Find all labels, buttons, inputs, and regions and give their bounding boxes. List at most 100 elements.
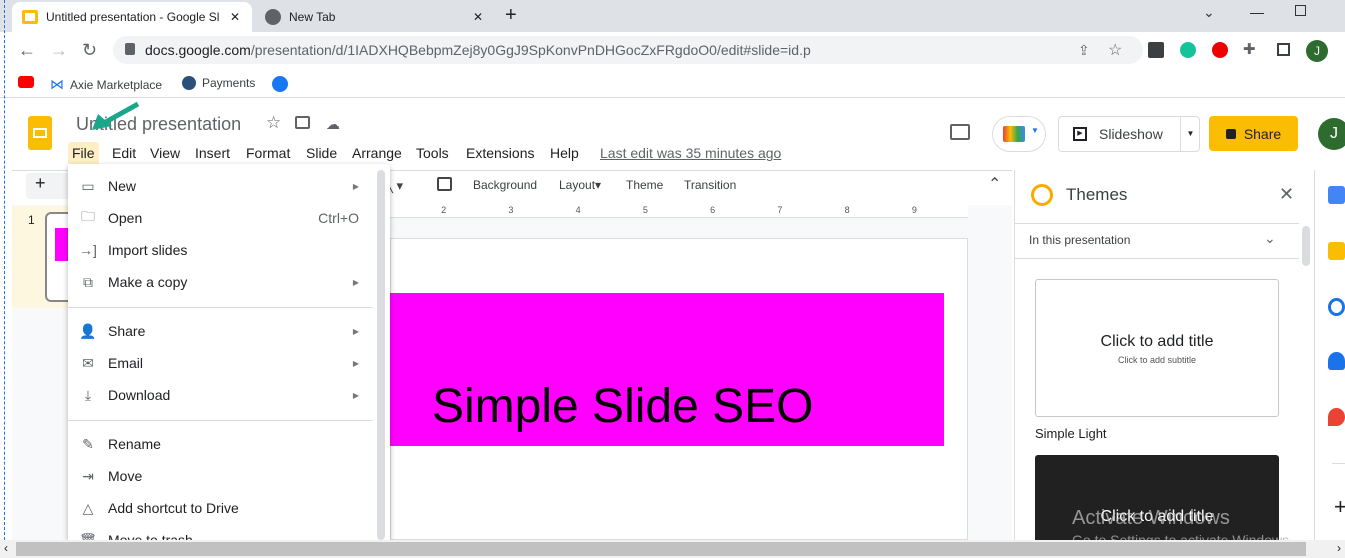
menu-arrange[interactable]: Arrange bbox=[348, 142, 406, 164]
share-person-icon: 👤 bbox=[79, 322, 97, 339]
divider bbox=[1332, 463, 1345, 464]
minimize-icon[interactable]: — bbox=[1250, 4, 1264, 20]
extension-m-icon[interactable] bbox=[1148, 42, 1164, 58]
forward-icon[interactable]: → bbox=[50, 40, 68, 61]
transition-button[interactable]: Transition bbox=[684, 178, 736, 192]
share-button[interactable]: Share bbox=[1209, 116, 1298, 151]
bookmark-label: Axie Marketplace bbox=[70, 77, 163, 92]
side-panel-icon[interactable] bbox=[1277, 43, 1290, 56]
url-path: /presentation/d/1IADXHQBebpmZej8y0GgJ9Sp… bbox=[250, 42, 811, 58]
extensions-puzzle-icon[interactable]: ✚ bbox=[1243, 40, 1256, 58]
menu-item-move[interactable]: ⇥ Move bbox=[68, 460, 373, 492]
menu-item-add-shortcut[interactable]: △ Add shortcut to Drive bbox=[68, 492, 373, 524]
menu-slide[interactable]: Slide bbox=[302, 142, 341, 164]
selection-guide bbox=[4, 0, 5, 540]
menu-tools[interactable]: Tools bbox=[412, 142, 453, 164]
share-page-icon[interactable]: ⇪ bbox=[1078, 42, 1090, 59]
bookmark-payments[interactable]: Payments bbox=[182, 76, 255, 90]
comments-icon[interactable] bbox=[950, 124, 970, 140]
menu-item-share[interactable]: 👤 Share ▶ bbox=[68, 315, 373, 347]
bookmark-axie[interactable]: ⋈ Axie Marketplace bbox=[50, 76, 162, 93]
scroll-right-icon[interactable]: › bbox=[1337, 541, 1341, 555]
themes-scrollbar[interactable] bbox=[1302, 226, 1310, 266]
move-folder-icon[interactable] bbox=[295, 116, 310, 129]
layout-button[interactable]: Layout▾ bbox=[559, 178, 601, 192]
menu-item-open[interactable]: 🗀 Open Ctrl+O bbox=[68, 202, 373, 234]
label: Open bbox=[108, 210, 143, 226]
url-input[interactable]: docs.google.com/presentation/d/1IADXHQBe… bbox=[113, 36, 1143, 64]
theme-filter-dropdown[interactable]: In this presentation bbox=[1029, 233, 1130, 247]
star-icon[interactable]: ☆ bbox=[266, 113, 281, 133]
background-button[interactable]: Background bbox=[473, 178, 537, 192]
add-comment-icon[interactable] bbox=[437, 177, 452, 191]
menu-item-email[interactable]: ✉ Email ▶ bbox=[68, 347, 373, 379]
facebook-icon bbox=[272, 76, 288, 92]
close-themes-icon[interactable]: ✕ bbox=[1279, 184, 1294, 205]
tasks-icon[interactable] bbox=[1328, 298, 1345, 316]
add-addon-icon[interactable]: + bbox=[1334, 494, 1345, 520]
bookmark-youtube[interactable] bbox=[18, 76, 34, 88]
tab-title: New Tab bbox=[289, 10, 336, 24]
theme-button[interactable]: Theme bbox=[626, 178, 663, 192]
new-tab-icon[interactable]: + bbox=[505, 4, 517, 27]
tab-new-tab[interactable]: New Tab ✕ bbox=[255, 2, 495, 32]
menu-item-rename[interactable]: ✎ Rename bbox=[68, 428, 373, 460]
tab-slides[interactable]: Untitled presentation - Google Sl ✕ bbox=[12, 2, 252, 32]
close-icon[interactable]: ✕ bbox=[230, 10, 240, 24]
menu-edit[interactable]: Edit bbox=[108, 142, 140, 164]
slide-text-box[interactable]: Simple Slide SEO bbox=[390, 293, 944, 446]
theme-card-simple-light[interactable]: Click to add title Click to add subtitle bbox=[1035, 279, 1279, 417]
slideshow-button[interactable]: ▶ Slideshow ▼ bbox=[1058, 116, 1200, 152]
contacts-icon[interactable] bbox=[1328, 352, 1345, 370]
maximize-icon[interactable] bbox=[1295, 5, 1306, 16]
slideshow-dropdown-icon[interactable]: ▼ bbox=[1180, 117, 1200, 151]
account-avatar[interactable]: J bbox=[1318, 118, 1345, 150]
menu-item-download[interactable]: ⤓ Download ▶ bbox=[68, 379, 373, 411]
menu-item-new[interactable]: ▭ New ▶ bbox=[68, 170, 373, 202]
slide-number: 1 bbox=[28, 213, 35, 227]
bookmark-star-icon[interactable]: ☆ bbox=[1108, 40, 1122, 60]
scrollbar-thumb[interactable] bbox=[16, 542, 1306, 556]
back-icon[interactable]: ← bbox=[18, 40, 36, 61]
chevron-down-icon[interactable]: ⌄ bbox=[1264, 230, 1276, 247]
label: Download bbox=[108, 387, 171, 403]
menu-view[interactable]: View bbox=[146, 142, 184, 164]
maps-icon[interactable] bbox=[1328, 408, 1345, 426]
menu-extensions[interactable]: Extensions bbox=[462, 142, 538, 164]
menu-item-move-to-trash[interactable]: 🗑 Move to trash bbox=[68, 524, 373, 541]
collapse-toolbar-icon[interactable]: ⌃ bbox=[988, 174, 1001, 194]
grammarly-icon[interactable] bbox=[1180, 42, 1196, 58]
submenu-arrow-icon: ▶ bbox=[352, 181, 359, 191]
slides-logo[interactable] bbox=[28, 116, 52, 150]
close-icon[interactable]: ✕ bbox=[473, 10, 483, 24]
chevron-down-icon[interactable]: ⌄ bbox=[1203, 4, 1215, 21]
menu-scrollbar[interactable] bbox=[377, 170, 385, 540]
lock-icon bbox=[1225, 128, 1236, 139]
scroll-left-icon[interactable]: ‹ bbox=[4, 541, 8, 555]
calendar-icon[interactable] bbox=[1328, 186, 1345, 204]
slide-text[interactable]: Simple Slide SEO bbox=[432, 383, 814, 431]
adblock-icon[interactable] bbox=[1212, 42, 1228, 58]
menu-help[interactable]: Help bbox=[546, 142, 583, 164]
menu-insert[interactable]: Insert bbox=[191, 142, 234, 164]
profile-avatar[interactable]: J bbox=[1306, 40, 1328, 62]
ruler[interactable]: 23456789 bbox=[390, 205, 968, 218]
label: Add shortcut to Drive bbox=[108, 500, 239, 516]
menu-item-make-copy[interactable]: ⧉ Make a copy ▶ bbox=[68, 266, 373, 298]
axie-icon: ⋈ bbox=[50, 76, 64, 92]
reload-icon[interactable]: ↻ bbox=[82, 40, 97, 61]
submenu-arrow-icon: ▶ bbox=[352, 277, 359, 287]
palette-icon bbox=[1031, 184, 1053, 206]
last-edit-link[interactable]: Last edit was 35 minutes ago bbox=[600, 142, 781, 164]
chrome-icon bbox=[265, 9, 281, 25]
meet-button[interactable]: ▼ bbox=[992, 116, 1046, 152]
bookmark-facebook[interactable] bbox=[272, 76, 288, 92]
label: Email bbox=[108, 355, 144, 371]
menu-format[interactable]: Format bbox=[242, 142, 294, 164]
submenu-arrow-icon: ▶ bbox=[352, 390, 359, 400]
horizontal-scrollbar[interactable]: ‹ › bbox=[0, 540, 1345, 558]
keep-icon[interactable] bbox=[1328, 242, 1345, 260]
menu-file[interactable]: File bbox=[68, 142, 99, 166]
menu-item-import-slides[interactable]: →] Import slides bbox=[68, 234, 373, 266]
menu-divider bbox=[68, 420, 373, 421]
